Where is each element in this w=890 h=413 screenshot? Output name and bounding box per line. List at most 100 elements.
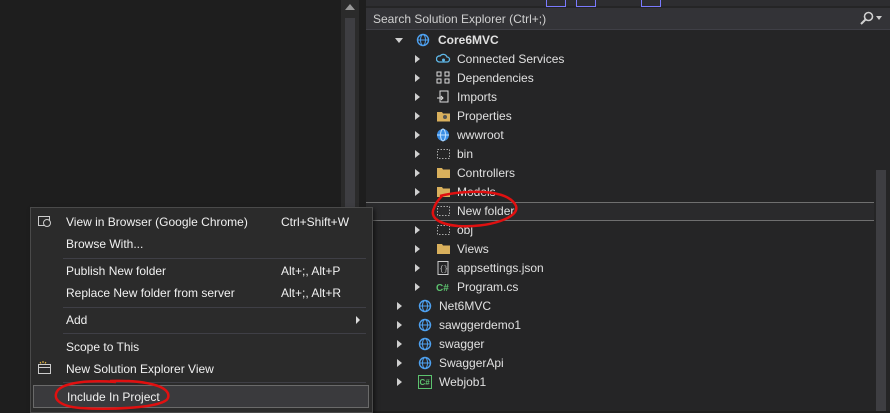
web-project-icon <box>418 318 432 332</box>
tree-item-label: SwaggerApi <box>439 356 504 370</box>
menu-item-add[interactable]: Add <box>33 309 369 330</box>
tree-item-properties[interactable]: Properties <box>366 107 876 126</box>
web-project-icon <box>418 299 432 313</box>
expand-arrow-icon[interactable] <box>415 150 420 158</box>
tree-item-bin[interactable]: bin <box>366 145 876 164</box>
toolbar-button[interactable] <box>576 0 596 7</box>
collapse-arrow-icon[interactable] <box>395 38 403 43</box>
menu-separator <box>63 333 366 334</box>
tree-item-label: bin <box>457 147 474 161</box>
tree-item-obj[interactable]: obj <box>366 221 876 240</box>
folder-icon <box>437 244 450 254</box>
svg-text:C#: C# <box>436 283 449 294</box>
menu-item-browse-with[interactable]: Browse With... <box>33 233 369 254</box>
expand-arrow-icon[interactable] <box>415 93 420 101</box>
menu-item-label: View in Browser (Google Chrome) <box>66 215 248 229</box>
tree-item-swaggerapi[interactable]: SwaggerApi <box>366 354 876 373</box>
menu-separator <box>63 258 366 259</box>
expand-arrow-icon[interactable] <box>397 302 402 310</box>
solution-explorer-scrollbar[interactable] <box>874 30 888 411</box>
menu-item-label: Publish New folder <box>66 264 167 278</box>
expand-arrow-icon[interactable] <box>397 340 402 348</box>
expand-arrow-icon[interactable] <box>397 321 402 329</box>
tree-item-appsettings[interactable]: {} appsettings.json <box>366 259 876 278</box>
solution-tree: Core6MVC Connected Services Dependencies <box>366 30 876 411</box>
menu-separator <box>63 382 366 383</box>
menu-item-view-in-browser[interactable]: View in Browser (Google Chrome) Ctrl+Shi… <box>33 211 369 232</box>
tree-item-label: Dependencies <box>457 71 534 85</box>
tree-item-connected-services[interactable]: Connected Services <box>366 50 876 69</box>
tree-item-views[interactable]: Views <box>366 240 876 259</box>
expand-arrow-icon[interactable] <box>415 226 420 234</box>
expand-arrow-icon[interactable] <box>397 359 402 367</box>
svg-text:{}: {} <box>440 266 448 274</box>
expand-arrow-icon[interactable] <box>415 112 420 120</box>
menu-item-include-in-project[interactable]: Include In Project <box>33 385 369 408</box>
tree-item-label: Program.cs <box>457 280 519 294</box>
menu-item-scope-to-this[interactable]: Scope to This <box>33 336 369 357</box>
menu-item-new-solution-explorer-view[interactable]: New Solution Explorer View <box>33 358 369 379</box>
dotted-folder-icon <box>437 225 450 235</box>
svg-text:C#: C# <box>420 378 431 387</box>
tree-item-net6mvc[interactable]: Net6MVC <box>366 297 876 316</box>
expand-arrow-icon[interactable] <box>415 55 420 63</box>
tree-item-models[interactable]: Models <box>366 183 876 202</box>
tree-item-label: Models <box>457 185 496 199</box>
tree-item-label: Webjob1 <box>439 375 487 389</box>
tree-item-label: Connected Services <box>457 52 565 66</box>
menu-item-label: Include In Project <box>67 390 160 404</box>
tree-item-program-cs[interactable]: C# Program.cs <box>366 278 876 297</box>
tree-item-core6mvc[interactable]: Core6MVC <box>366 31 876 50</box>
tree-item-label: wwwroot <box>457 128 504 142</box>
tree-item-imports[interactable]: Imports <box>366 88 876 107</box>
tree-item-label: Controllers <box>457 166 516 180</box>
tree-item-label: Properties <box>457 109 512 123</box>
dotted-folder-icon <box>437 206 450 216</box>
tree-item-dependencies[interactable]: Dependencies <box>366 69 876 88</box>
search-options-chevron-icon[interactable] <box>876 16 882 20</box>
menu-item-replace[interactable]: Replace New folder from server Alt+;, Al… <box>33 282 369 303</box>
search-icon[interactable] <box>859 10 875 26</box>
tree-item-label: Net6MVC <box>439 299 492 313</box>
toolbar-button[interactable] <box>546 0 566 7</box>
tree-item-wwwroot[interactable]: wwwroot <box>366 126 876 145</box>
menu-item-label: Browse With... <box>66 237 144 251</box>
expand-arrow-icon[interactable] <box>415 245 420 253</box>
connected-services-icon <box>436 53 451 63</box>
search-box[interactable]: Search Solution Explorer (Ctrl+;) <box>366 8 890 30</box>
solution-explorer-toolbar <box>366 0 890 7</box>
tree-item-label: Imports <box>457 90 498 104</box>
dotted-folder-icon <box>437 149 450 159</box>
tree-item-label: Core6MVC <box>438 33 499 47</box>
folder-icon <box>437 187 450 197</box>
toolbar-button[interactable] <box>641 0 661 7</box>
tree-item-label: New folder <box>457 204 515 218</box>
tree-item-sawggerdemo1[interactable]: sawggerdemo1 <box>366 316 876 335</box>
csharp-file-icon: C# <box>436 283 449 294</box>
scroll-up-icon[interactable] <box>345 4 355 10</box>
web-project-icon <box>418 356 432 370</box>
tree-item-label: appsettings.json <box>457 261 544 275</box>
tree-item-swagger[interactable]: swagger <box>366 335 876 354</box>
csharp-project-icon: C# <box>418 375 432 389</box>
tree-item-new-folder[interactable]: New folder <box>366 202 876 221</box>
web-project-icon <box>416 33 430 47</box>
expand-arrow-icon[interactable] <box>415 74 420 82</box>
menu-item-publish[interactable]: Publish New folder Alt+;, Alt+P <box>33 260 369 281</box>
expand-arrow-icon[interactable] <box>415 283 420 291</box>
menu-item-label: Replace New folder from server <box>66 286 235 300</box>
expand-arrow-icon[interactable] <box>415 131 420 139</box>
context-menu: View in Browser (Google Chrome) Ctrl+Shi… <box>30 207 373 413</box>
new-view-icon <box>38 361 51 374</box>
folder-icon <box>437 168 450 178</box>
tree-item-controllers[interactable]: Controllers <box>366 164 876 183</box>
expand-arrow-icon[interactable] <box>415 264 420 272</box>
browser-icon <box>38 216 51 227</box>
scrollbar-thumb[interactable] <box>876 170 886 411</box>
expand-arrow-icon[interactable] <box>415 188 420 196</box>
menu-separator <box>63 307 366 308</box>
search-input[interactable]: Search Solution Explorer (Ctrl+;) <box>373 12 546 26</box>
expand-arrow-icon[interactable] <box>397 378 402 386</box>
tree-item-webjob1[interactable]: C# Webjob1 <box>366 373 876 392</box>
expand-arrow-icon[interactable] <box>415 169 420 177</box>
